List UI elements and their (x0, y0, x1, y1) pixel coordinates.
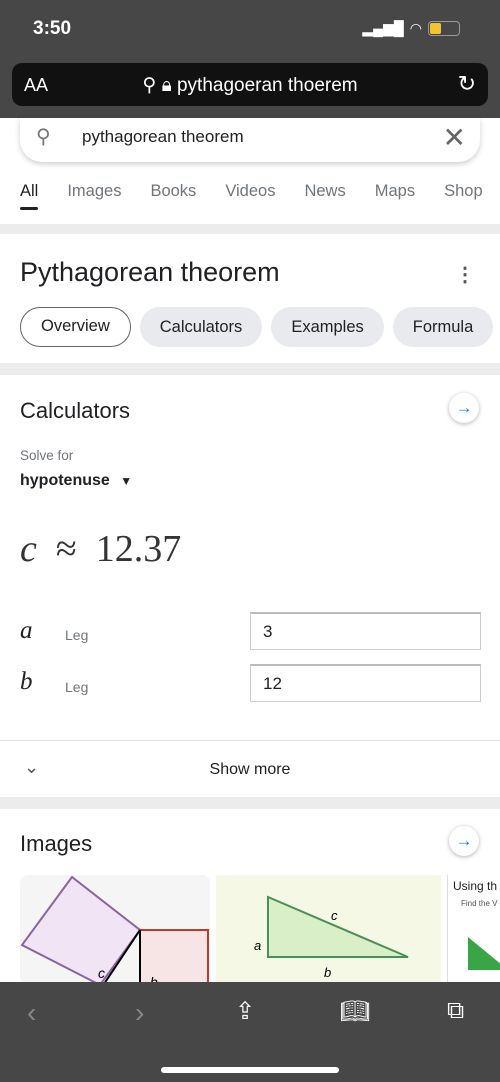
leg-b-input[interactable]: 12 (250, 664, 481, 702)
calculators-heading: Calculators (20, 398, 131, 423)
image-result-2[interactable]: a c b (216, 875, 441, 985)
image-result-3[interactable]: Using th Find the V (447, 875, 500, 985)
show-more-button[interactable]: ⌄ Show more (0, 740, 500, 797)
solve-for-value: hypotenuse (20, 472, 110, 489)
address-bar[interactable]: AA ⚲ 🔒︎ pythagoeran thoerem ↻ (12, 63, 488, 106)
image-3-title: Using th (453, 879, 498, 893)
back-icon[interactable]: ‹ (27, 997, 36, 1029)
tab-all[interactable]: All (20, 182, 39, 210)
search-input[interactable]: pythagorean theorem (82, 127, 244, 147)
chip-calculators[interactable]: Calculators (139, 307, 263, 347)
tab-books[interactable]: Books (150, 182, 196, 210)
tab-news[interactable]: News (304, 182, 345, 210)
url-text[interactable]: pythagoeran thoerem (177, 75, 358, 96)
result-variable: c (20, 528, 37, 570)
panel-title: Pythagorean theorem (20, 257, 280, 287)
tab-shopping[interactable]: Shop (444, 182, 483, 210)
approx-symbol: ≈ (55, 528, 77, 570)
leg-a-label: Leg (65, 627, 89, 643)
leg-b-label: Leg (65, 679, 89, 695)
image-result-1[interactable]: c b (20, 875, 210, 985)
status-time: 3:50 (33, 18, 72, 39)
search-tabs: All Images Books Videos News Maps Shop (0, 182, 500, 222)
signal-icon: ▂▄▆█ (362, 20, 404, 36)
label-b: b (324, 965, 331, 980)
tab-images[interactable]: Images (67, 182, 121, 210)
tab-maps[interactable]: Maps (375, 182, 415, 210)
result-value: 12.37 (95, 528, 182, 570)
forward-icon[interactable]: › (135, 997, 144, 1029)
label-a: a (254, 938, 261, 953)
tabs-icon[interactable]: ⧉ (447, 997, 464, 1025)
image-3-subtitle: Find the V (461, 899, 498, 908)
wifi-icon: ◠ (409, 20, 422, 36)
chip-overview[interactable]: Overview (20, 307, 131, 347)
result: c ≈ 12.37 (20, 527, 181, 571)
bookmarks-icon[interactable]: 📖︎ (340, 997, 370, 1026)
clear-icon[interactable]: ✕ (443, 121, 466, 154)
arrow-right-icon[interactable]: → (449, 393, 479, 423)
label-c: c (98, 965, 105, 981)
status-icons: ▂▄▆█ ◠ (362, 20, 460, 37)
var-b: b (20, 668, 33, 695)
arrow-right-icon[interactable]: → (449, 826, 479, 856)
battery-icon (428, 21, 460, 36)
search-icon: ⚲ 🔒︎ (142, 75, 177, 96)
divider (0, 363, 500, 375)
image-carousel: c b a c b Using th Find the V (20, 875, 500, 985)
search-icon: ⚲ (36, 126, 51, 148)
var-a: a (20, 617, 33, 644)
home-indicator[interactable] (161, 1067, 339, 1073)
tab-videos[interactable]: Videos (225, 182, 275, 210)
dropdown-arrow-icon: ▼ (120, 474, 133, 488)
chip-formula[interactable]: Formula (392, 307, 494, 347)
chip-row: Overview Calculators Examples Formula (20, 307, 494, 347)
solve-for-dropdown[interactable]: hypotenuse ▼ (20, 472, 132, 490)
divider (0, 797, 500, 809)
solve-for-label: Solve for (20, 448, 74, 463)
reload-icon[interactable]: ↻ (458, 71, 476, 97)
more-options-icon[interactable]: ⋮ (455, 262, 475, 287)
leg-a-input[interactable]: 3 (250, 612, 481, 650)
chip-examples[interactable]: Examples (271, 307, 384, 347)
show-more-label: Show more (209, 761, 291, 778)
share-icon[interactable]: ⇪ (235, 997, 255, 1026)
images-heading: Images (20, 831, 93, 856)
search-box[interactable]: ⚲ pythagorean theorem ✕ (20, 118, 480, 162)
divider (0, 224, 500, 234)
label-c: c (331, 908, 338, 923)
